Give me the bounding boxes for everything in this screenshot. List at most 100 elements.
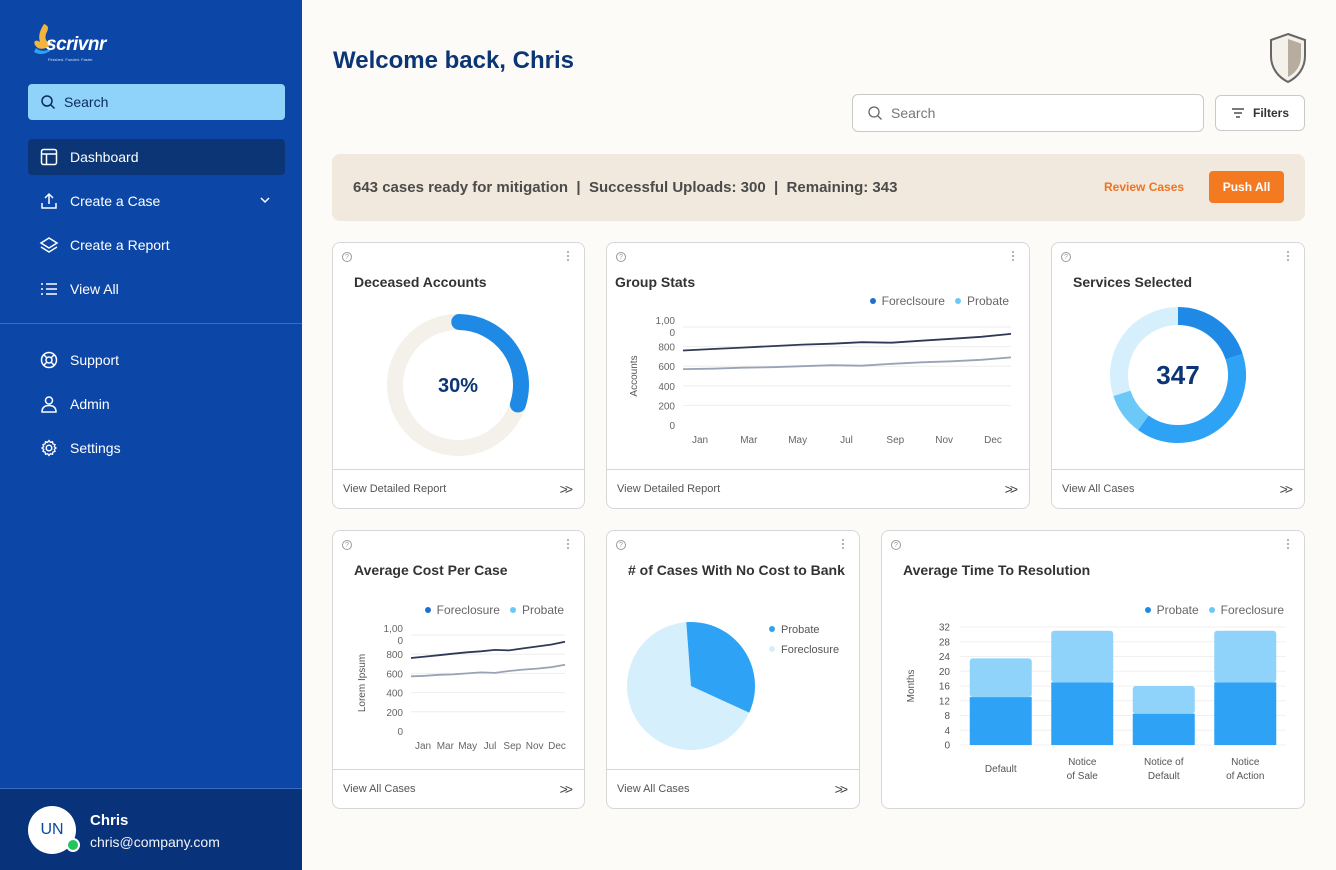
x-tick-label: Nov (526, 741, 544, 752)
gear-icon (38, 437, 60, 459)
average-cost-line-chart: 1,00 0 800 600 400 200 0 Lorem Ipsum Jan Mar May Ju… (357, 624, 566, 752)
review-cases-button[interactable]: Review Cases (1104, 180, 1184, 194)
x-tick-label: Jul (484, 741, 497, 752)
y-tick-label: 800 (658, 343, 675, 354)
sidebar-item-admin[interactable]: Admin (28, 386, 285, 422)
more-options-icon[interactable] (842, 539, 846, 551)
view-cases-link[interactable]: View All Cases (1062, 483, 1135, 495)
sidebar-item-label: Settings (70, 440, 121, 456)
view-cases-link[interactable]: View All Cases (617, 783, 690, 795)
y-axis-label: Lorem Ipsum (357, 654, 368, 712)
shield-icon[interactable] (1268, 32, 1308, 84)
y-tick-label: 1,00 0 (384, 624, 404, 647)
donut-center-label: 30% (438, 375, 478, 397)
chevrons-right-icon[interactable]: >> (1005, 481, 1018, 497)
user-profile[interactable]: UN Chris chris@company.com (0, 788, 302, 870)
card-footer[interactable]: View Detailed Report >> (607, 469, 1029, 508)
sidebar-item-label: Create a Report (70, 237, 170, 253)
x-tick-label: Notice of Action (1226, 757, 1264, 782)
more-options-icon[interactable] (567, 251, 571, 263)
sidebar-item-settings[interactable]: Settings (28, 430, 285, 466)
sidebar-item-dashboard[interactable]: Dashboard (28, 139, 285, 175)
chevron-down-icon[interactable] (259, 193, 271, 209)
y-tick-label: 28 (939, 637, 951, 648)
legend-item: Probate (954, 294, 1009, 308)
card-title: Group Stats (615, 274, 696, 290)
card-title: Average Cost Per Case (354, 562, 508, 578)
y-tick-label: 16 (939, 682, 951, 693)
help-icon[interactable]: ? (616, 252, 626, 262)
y-axis-label: Accounts (629, 355, 640, 396)
card-title: # of Cases With No Cost to Bank (628, 562, 845, 578)
x-tick-label: Jul (840, 435, 853, 446)
sidebar-item-create-case[interactable]: Create a Case (28, 183, 285, 219)
card-footer[interactable]: View All Cases >> (1052, 469, 1304, 508)
legend-label: Foreclosure (1220, 603, 1284, 617)
x-tick-label: Jan (692, 435, 708, 446)
legend-label: Foreclosure (781, 644, 839, 656)
series-line (410, 663, 566, 678)
y-tick-label: 24 (939, 652, 951, 663)
card-footer[interactable]: View All Cases >> (607, 769, 859, 808)
filter-icon (1231, 108, 1244, 118)
chart-legend: Probate Foreclosure (1135, 603, 1284, 617)
x-tick-label: Default (985, 764, 1017, 775)
sidebar-item-support[interactable]: Support (28, 342, 285, 378)
brand-tagline: Finished. Funded. Faster. (48, 57, 94, 62)
sidebar-item-create-report[interactable]: Create a Report (28, 227, 285, 263)
series-line (410, 640, 566, 659)
banner-text: 643 cases ready for mitigation | Success… (353, 179, 898, 196)
x-tick-label: Mar (740, 435, 758, 446)
sidebar-search-label: Search (64, 94, 109, 110)
chevrons-right-icon[interactable]: >> (1280, 481, 1293, 497)
legend-dot (769, 646, 775, 652)
more-options-icon[interactable] (1012, 251, 1016, 263)
sidebar-item-view-all[interactable]: View All (28, 271, 285, 307)
series-line (682, 333, 1012, 352)
push-all-button[interactable]: Push All (1209, 171, 1284, 203)
y-tick-label: 400 (386, 689, 403, 700)
chevrons-right-icon[interactable]: >> (560, 481, 573, 497)
search-input[interactable]: Search (852, 94, 1204, 132)
filters-button[interactable]: Filters (1215, 95, 1305, 131)
view-report-link[interactable]: View Detailed Report (617, 483, 720, 495)
page-title: Welcome back, Chris (333, 47, 574, 74)
more-options-icon[interactable] (1287, 251, 1291, 263)
help-icon[interactable]: ? (1061, 252, 1071, 262)
sidebar-search[interactable]: Search (28, 84, 285, 120)
bar-segment (1051, 682, 1114, 745)
list-icon (38, 278, 60, 300)
bar-segment (969, 697, 1032, 745)
view-cases-link[interactable]: View All Cases (343, 783, 416, 795)
more-options-icon[interactable] (567, 539, 571, 551)
legend-item: Foreclosure (424, 603, 500, 617)
sidebar-item-label: Admin (70, 396, 110, 412)
brand-logo[interactable]: scrivnr Finished. Funded. Faster. (30, 22, 150, 66)
series-line (682, 356, 1012, 370)
help-icon[interactable]: ? (891, 540, 901, 550)
x-tick-label: May (458, 741, 477, 752)
user-icon (38, 393, 60, 415)
x-tick-label: Dec (984, 435, 1002, 446)
legend-item: Probate (509, 603, 564, 617)
help-icon[interactable]: ? (342, 540, 352, 550)
services-selected-card: ? Services Selected 347 View All Cases >… (1051, 242, 1305, 509)
card-footer[interactable]: View Detailed Report >> (333, 469, 584, 508)
card-title: Average Time To Resolution (903, 562, 1091, 578)
y-tick-label: 800 (386, 650, 403, 661)
card-footer[interactable]: View All Cases >> (333, 769, 584, 808)
avatar[interactable]: UN (28, 806, 80, 854)
sidebar-item-label: View All (70, 281, 119, 297)
y-tick-label: 8 (944, 711, 950, 722)
view-report-link[interactable]: View Detailed Report (343, 483, 446, 495)
help-icon[interactable]: ? (616, 540, 626, 550)
legend-label: Probate (521, 603, 564, 617)
help-icon[interactable]: ? (342, 252, 352, 262)
chevrons-right-icon[interactable]: >> (835, 781, 848, 797)
legend-dot (769, 626, 775, 632)
chevrons-right-icon[interactable]: >> (560, 781, 573, 797)
mitigation-banner: 643 cases ready for mitigation | Success… (332, 154, 1305, 221)
x-tick-label: Nov (935, 435, 953, 446)
more-options-icon[interactable] (1287, 539, 1291, 551)
x-tick-label: Notice of Default (1144, 757, 1184, 782)
